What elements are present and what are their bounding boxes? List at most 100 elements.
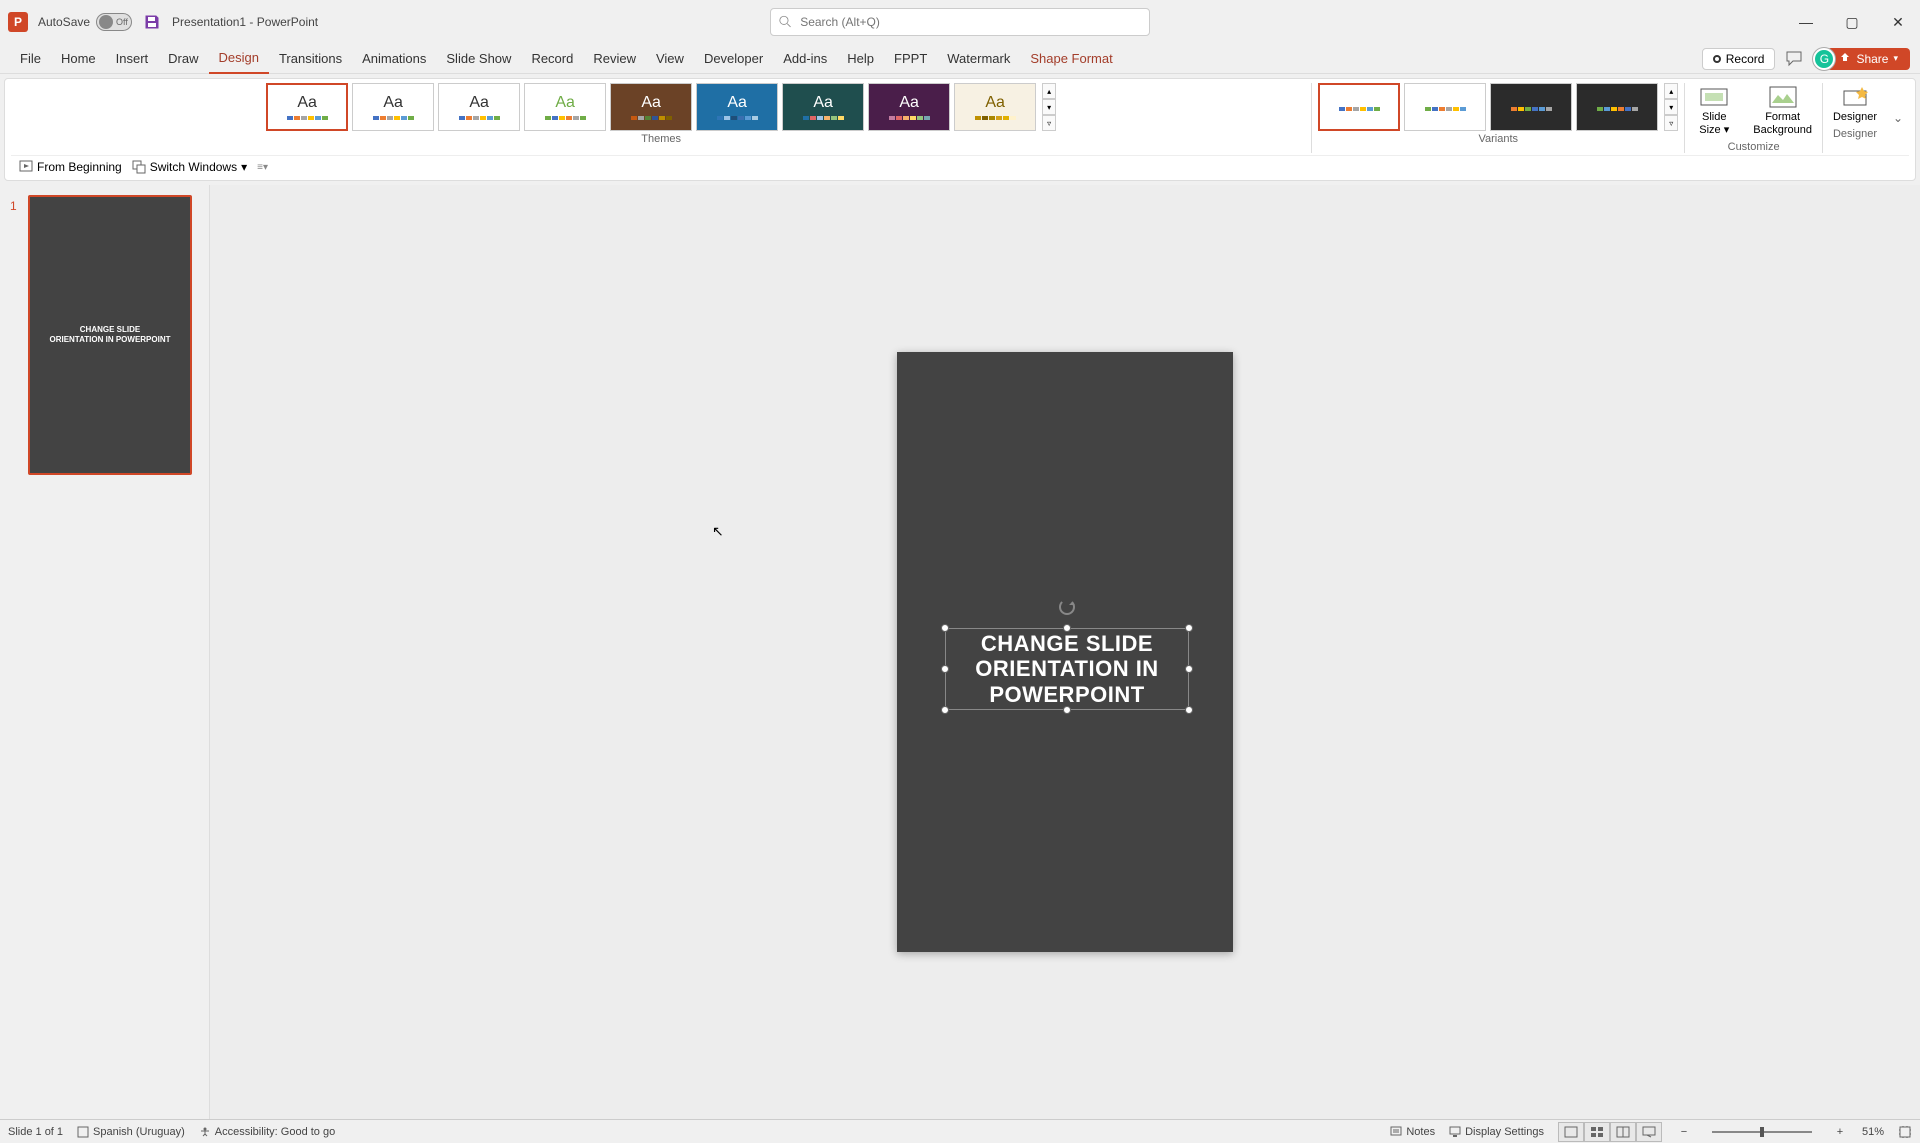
slide-counter[interactable]: Slide 1 of 1: [8, 1126, 63, 1138]
resize-handle-mr[interactable]: [1185, 665, 1193, 673]
tab-developer[interactable]: Developer: [694, 44, 773, 74]
themes-scroll-down[interactable]: ▾: [1042, 99, 1056, 115]
slide-thumbnail-1[interactable]: CHANGE SLIDEORIENTATION IN POWERPOINT: [28, 195, 192, 475]
fit-to-window-button[interactable]: [1898, 1125, 1912, 1139]
status-bar: Slide 1 of 1 Spanish (Uruguay) Accessibi…: [0, 1119, 1920, 1143]
slide-size-label: SlideSize ▾: [1699, 111, 1729, 137]
slide-canvas[interactable]: CHANGE SLIDE ORIENTATION IN POWERPOINT: [897, 352, 1233, 952]
variants-more[interactable]: ▿: [1664, 115, 1678, 131]
grammarly-icon[interactable]: G: [1813, 48, 1835, 70]
rotate-handle[interactable]: [1059, 599, 1075, 615]
slide-thumbnails-panel: 1 CHANGE SLIDEORIENTATION IN POWERPOINT: [0, 185, 210, 1119]
maximize-button[interactable]: ▢: [1838, 8, 1866, 36]
themes-more[interactable]: ▿: [1042, 115, 1056, 131]
collapse-ribbon-button[interactable]: ⌄: [1887, 83, 1909, 153]
switch-windows-button[interactable]: Switch Windows ▾: [132, 160, 247, 174]
slide-size-button[interactable]: SlideSize ▾: [1691, 83, 1737, 139]
autosave-toggle[interactable]: AutoSave Off: [38, 13, 132, 31]
resize-handle-br[interactable]: [1185, 706, 1193, 714]
search-input[interactable]: [800, 15, 1141, 29]
tab-draw[interactable]: Draw: [158, 44, 208, 74]
slide-number: 1: [10, 199, 17, 213]
tab-shape-format[interactable]: Shape Format: [1020, 44, 1122, 74]
variant-thumbnail-2[interactable]: [1404, 83, 1486, 131]
theme-thumbnail-6[interactable]: Aa: [696, 83, 778, 131]
tab-add-ins[interactable]: Add-ins: [773, 44, 837, 74]
theme-thumbnail-7[interactable]: Aa: [782, 83, 864, 131]
theme-thumbnail-2[interactable]: Aa: [352, 83, 434, 131]
ribbon-tabs: FileHomeInsertDrawDesignTransitionsAnima…: [0, 44, 1920, 74]
autosave-knob: [99, 15, 113, 29]
resize-handle-bl[interactable]: [941, 706, 949, 714]
tab-fppt[interactable]: FPPT: [884, 44, 937, 74]
theme-thumbnail-4[interactable]: Aa: [524, 83, 606, 131]
variant-thumbnail-3[interactable]: [1490, 83, 1572, 131]
format-background-label: FormatBackground: [1753, 111, 1812, 137]
customize-qat-button[interactable]: ≡▾: [257, 162, 268, 173]
resize-handle-bm[interactable]: [1063, 706, 1071, 714]
variant-thumbnail-1[interactable]: [1318, 83, 1400, 131]
display-settings-button[interactable]: Display Settings: [1449, 1126, 1544, 1138]
record-button[interactable]: Record: [1702, 48, 1776, 70]
from-beginning-label: From Beginning: [37, 160, 122, 174]
close-button[interactable]: ✕: [1884, 8, 1912, 36]
resize-handle-ml[interactable]: [941, 665, 949, 673]
tab-watermark[interactable]: Watermark: [937, 44, 1020, 74]
theme-thumbnail-9[interactable]: Aa: [954, 83, 1036, 131]
comments-button[interactable]: [1783, 47, 1807, 71]
normal-view-button[interactable]: [1558, 1122, 1584, 1142]
notes-button[interactable]: Notes: [1390, 1126, 1435, 1138]
format-background-button[interactable]: FormatBackground: [1749, 83, 1816, 139]
tab-help[interactable]: Help: [837, 44, 884, 74]
language-status[interactable]: Spanish (Uruguay): [77, 1126, 185, 1138]
designer-button[interactable]: Designer: [1829, 83, 1881, 126]
reading-view-button[interactable]: [1610, 1122, 1636, 1142]
themes-gallery: AaAaAaAaAaAaAaAaAa ▴ ▾ ▿: [266, 83, 1056, 131]
tab-file[interactable]: File: [10, 44, 51, 74]
title-text-box[interactable]: CHANGE SLIDE ORIENTATION IN POWERPOINT: [945, 628, 1189, 710]
title-text[interactable]: CHANGE SLIDE ORIENTATION IN POWERPOINT: [946, 629, 1188, 709]
tab-view[interactable]: View: [646, 44, 694, 74]
resize-handle-tr[interactable]: [1185, 624, 1193, 632]
share-button[interactable]: Share ▾: [1827, 48, 1910, 70]
theme-thumbnail-3[interactable]: Aa: [438, 83, 520, 131]
minimize-button[interactable]: —: [1792, 8, 1820, 36]
zoom-slider[interactable]: [1712, 1131, 1812, 1133]
tab-insert[interactable]: Insert: [106, 44, 159, 74]
zoom-percent[interactable]: 51%: [1862, 1126, 1884, 1138]
tab-design[interactable]: Design: [209, 44, 269, 74]
variants-scroll-up[interactable]: ▴: [1664, 83, 1678, 99]
windows-icon: [132, 160, 146, 174]
notes-icon: [1390, 1126, 1402, 1138]
accessibility-status[interactable]: Accessibility: Good to go: [199, 1126, 335, 1138]
zoom-in-button[interactable]: +: [1832, 1126, 1848, 1138]
variants-scroll-down[interactable]: ▾: [1664, 99, 1678, 115]
tab-home[interactable]: Home: [51, 44, 106, 74]
editor-area: 1 CHANGE SLIDEORIENTATION IN POWERPOINT …: [0, 185, 1920, 1119]
tab-transitions[interactable]: Transitions: [269, 44, 352, 74]
slide-canvas-area[interactable]: CHANGE SLIDE ORIENTATION IN POWERPOINT ↖: [210, 185, 1920, 1119]
theme-thumbnail-5[interactable]: Aa: [610, 83, 692, 131]
variants-gallery: ▴ ▾ ▿: [1318, 83, 1678, 131]
themes-group: AaAaAaAaAaAaAaAaAa ▴ ▾ ▿ Themes: [11, 83, 1312, 153]
autosave-label: AutoSave: [38, 15, 90, 29]
slide-sorter-view-button[interactable]: [1584, 1122, 1610, 1142]
from-beginning-button[interactable]: From Beginning: [19, 160, 122, 174]
tab-review[interactable]: Review: [583, 44, 646, 74]
search-box[interactable]: [770, 8, 1150, 36]
tab-record[interactable]: Record: [521, 44, 583, 74]
cursor-icon: ↖: [712, 523, 724, 540]
tab-animations[interactable]: Animations: [352, 44, 436, 74]
autosave-switch[interactable]: Off: [96, 13, 132, 31]
variant-thumbnail-4[interactable]: [1576, 83, 1658, 131]
share-icon: [1839, 53, 1851, 65]
save-button[interactable]: [142, 12, 162, 32]
tab-slide-show[interactable]: Slide Show: [436, 44, 521, 74]
themes-scroll-up[interactable]: ▴: [1042, 83, 1056, 99]
theme-thumbnail-8[interactable]: Aa: [868, 83, 950, 131]
share-label: Share: [1856, 52, 1888, 66]
theme-thumbnail-1[interactable]: Aa: [266, 83, 348, 131]
slideshow-view-button[interactable]: [1636, 1122, 1662, 1142]
zoom-out-button[interactable]: −: [1676, 1126, 1692, 1138]
resize-handle-tm[interactable]: [1063, 624, 1071, 632]
